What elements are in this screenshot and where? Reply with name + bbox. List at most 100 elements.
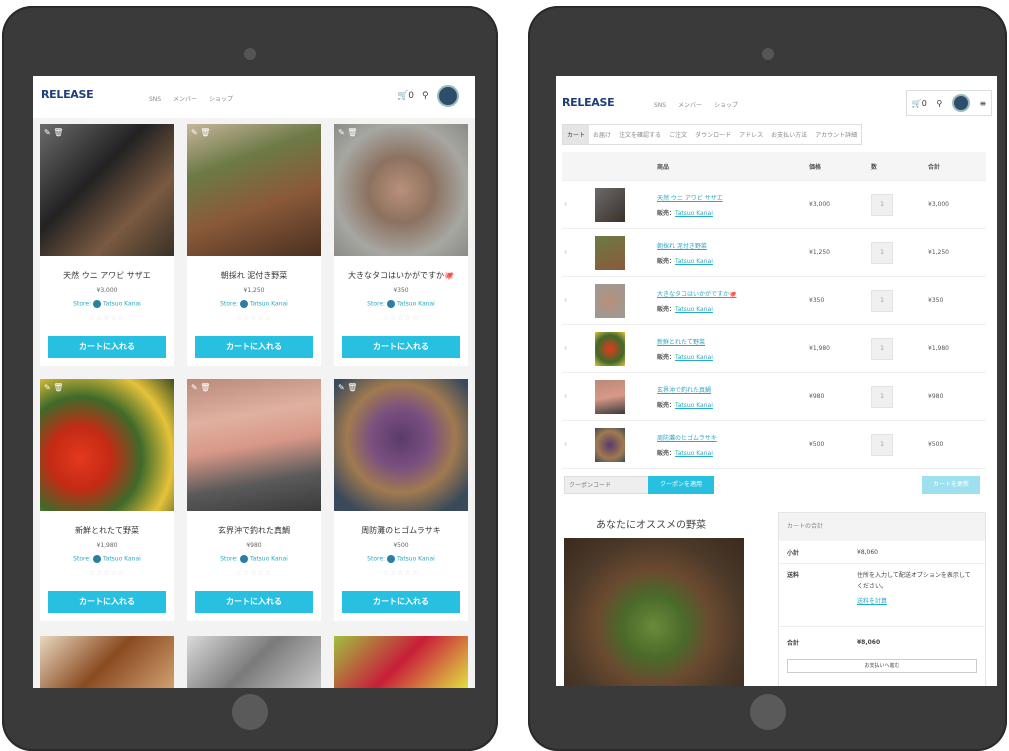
home-button[interactable] xyxy=(232,694,268,730)
tab-confirm-order[interactable]: 注文を確認する xyxy=(615,125,665,144)
nav-members[interactable]: メンバー xyxy=(678,102,702,109)
nav-members[interactable]: メンバー xyxy=(173,96,197,103)
total-label: 合計 xyxy=(787,639,800,647)
search-icon[interactable]: ⚲ xyxy=(422,91,429,101)
nav-shop[interactable]: ショップ xyxy=(714,102,738,109)
product-name[interactable]: 周防灘のヒゴムラサキ xyxy=(334,525,468,536)
edit-icon[interactable]: ✎ 🗑 xyxy=(338,383,357,392)
logo[interactable]: RELEASE xyxy=(562,96,615,109)
product-name[interactable]: 天然 ウニ アワビ サザエ xyxy=(40,270,174,281)
product-thumbnail[interactable] xyxy=(595,427,625,462)
recommend-image[interactable] xyxy=(564,538,744,686)
product-thumbnail[interactable] xyxy=(595,235,625,270)
seller-link[interactable]: Tatsuo Kanai xyxy=(675,306,713,313)
product-thumbnail[interactable] xyxy=(595,331,625,366)
product-image[interactable] xyxy=(40,124,174,256)
shipping-calc-link[interactable]: 送料を計算 xyxy=(857,596,975,605)
cart-icon[interactable]: 🛒0 xyxy=(397,91,414,101)
update-cart-button[interactable]: カートを更新 xyxy=(922,476,980,494)
product-store[interactable]: Store: Tatsuo Kanai xyxy=(334,300,468,308)
seller-link[interactable]: Tatsuo Kanai xyxy=(675,450,713,457)
product-image[interactable] xyxy=(187,124,321,256)
tab-delivery[interactable]: お届け xyxy=(589,125,615,144)
quantity-input[interactable]: 1 xyxy=(871,241,893,264)
nav-shop[interactable]: ショップ xyxy=(209,96,233,103)
product-store[interactable]: Store: Tatsuo Kanai xyxy=(187,300,321,308)
product-store[interactable]: Store: Tatsuo Kanai xyxy=(40,555,174,563)
product-store[interactable]: Store: Tatsuo Kanai xyxy=(334,555,468,563)
cart-header-row: 商品 価格 数 合計 xyxy=(562,152,986,181)
remove-icon[interactable]: × xyxy=(562,228,594,277)
product-link[interactable]: 周防灘のヒゴムラサキ xyxy=(657,433,807,442)
product-thumbnail[interactable] xyxy=(595,283,625,318)
product-name[interactable]: 大きなタコはいかがですか🐙 xyxy=(334,270,468,281)
add-to-cart-button[interactable]: カートに入れる xyxy=(48,591,166,613)
add-to-cart-button[interactable]: カートに入れる xyxy=(195,591,313,613)
rating-stars: ☆☆☆☆☆ xyxy=(382,314,420,322)
product-store[interactable]: Store: Tatsuo Kanai xyxy=(40,300,174,308)
remove-icon[interactable]: × xyxy=(562,420,594,469)
cart-table: 商品 価格 数 合計 × 天然 ウニ アワビ サザエ 販売：Tatsuo Kana… xyxy=(562,152,986,469)
remove-icon[interactable]: × xyxy=(562,372,594,421)
product-image[interactable] xyxy=(187,379,321,511)
nav-sns[interactable]: SNS xyxy=(149,96,161,103)
search-icon[interactable]: ⚲ xyxy=(936,99,942,108)
product-store[interactable]: Store: Tatsuo Kanai xyxy=(187,555,321,563)
product-link[interactable]: 朝採れ 泥付き野菜 xyxy=(657,241,807,250)
quantity-input[interactable]: 1 xyxy=(871,385,893,408)
product-card: ✎ 🗑 大きなタコはいかがですか🐙 ¥350 Store: Tatsuo Kan… xyxy=(334,124,468,366)
product-name[interactable]: 朝採れ 泥付き野菜 xyxy=(187,270,321,281)
seller-link[interactable]: Tatsuo Kanai xyxy=(675,354,713,361)
quantity-input[interactable]: 1 xyxy=(871,193,893,216)
product-link[interactable]: 大きなタコはいかがですか🐙 xyxy=(657,289,807,298)
tab-orders[interactable]: ご注文 xyxy=(665,125,691,144)
logo[interactable]: RELEASE xyxy=(41,88,94,101)
tab-payment[interactable]: お支払い方法 xyxy=(767,125,811,144)
avatar[interactable] xyxy=(951,94,970,112)
edit-icon[interactable]: ✎ 🗑 xyxy=(338,128,357,137)
seller-link[interactable]: Tatsuo Kanai xyxy=(675,258,713,265)
home-button[interactable] xyxy=(749,694,786,730)
menu-icon[interactable]: ≡ xyxy=(980,99,987,108)
product-link[interactable]: 玄界沖で釣れた真鯛 xyxy=(657,385,807,394)
quantity-input[interactable]: 1 xyxy=(871,289,893,312)
coupon-input[interactable] xyxy=(564,476,650,494)
add-to-cart-button[interactable]: カートに入れる xyxy=(195,336,313,358)
seller-link[interactable]: Tatsuo Kanai xyxy=(675,210,713,217)
checkout-button[interactable]: お支払いへ進む xyxy=(787,659,977,673)
quantity-input[interactable]: 1 xyxy=(871,433,893,456)
edit-icon[interactable]: ✎ 🗑 xyxy=(191,383,210,392)
product-name[interactable]: 新鮮とれたて野菜 xyxy=(40,525,174,536)
seller-link[interactable]: Tatsuo Kanai xyxy=(675,402,713,409)
edit-icon[interactable]: ✎ 🗑 xyxy=(44,383,63,392)
cart-icon[interactable]: 🛒0 xyxy=(912,99,927,108)
tab-account[interactable]: アカウント詳細 xyxy=(811,125,861,144)
product-image[interactable] xyxy=(40,379,174,511)
tab-cart[interactable]: カート xyxy=(563,125,590,144)
apply-coupon-button[interactable]: クーポンを適用 xyxy=(648,476,714,494)
edit-icon[interactable]: ✎ 🗑 xyxy=(191,128,210,137)
tab-downloads[interactable]: ダウンロード xyxy=(691,125,735,144)
remove-icon[interactable]: × xyxy=(562,324,594,373)
product-image[interactable] xyxy=(334,124,468,256)
nav-sns[interactable]: SNS xyxy=(654,102,666,109)
product-name[interactable]: 玄界沖で釣れた真鯛 xyxy=(187,525,321,536)
product-image[interactable] xyxy=(40,636,174,688)
product-image[interactable] xyxy=(187,636,321,688)
tab-address[interactable]: アドレス xyxy=(735,125,767,144)
edit-icon[interactable]: ✎ 🗑 xyxy=(44,128,63,137)
product-thumbnail[interactable] xyxy=(595,379,625,414)
avatar[interactable] xyxy=(436,85,459,107)
product-image[interactable] xyxy=(334,379,468,511)
add-to-cart-button[interactable]: カートに入れる xyxy=(342,591,460,613)
add-to-cart-button[interactable]: カートに入れる xyxy=(48,336,166,358)
remove-icon[interactable]: × xyxy=(562,180,594,229)
quantity-input[interactable]: 1 xyxy=(871,337,893,360)
product-link[interactable]: 新鮮とれたて野菜 xyxy=(657,337,807,346)
product-thumbnail[interactable] xyxy=(595,187,625,222)
remove-icon[interactable]: × xyxy=(562,276,594,325)
add-to-cart-button[interactable]: カートに入れる xyxy=(342,336,460,358)
product-image[interactable] xyxy=(334,636,468,688)
product-link[interactable]: 天然 ウニ アワビ サザエ xyxy=(657,193,807,202)
shipping-label: 送料 xyxy=(787,572,800,579)
